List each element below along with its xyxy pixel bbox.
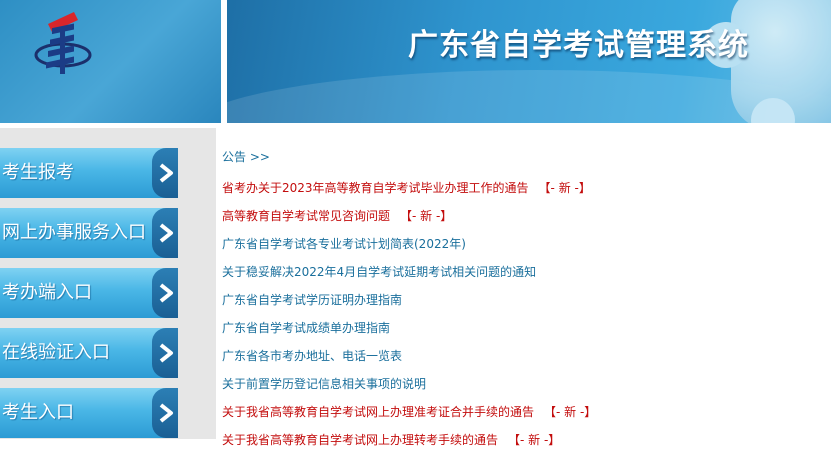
notice-item[interactable]: 广东省各市考办地址、电话一览表 xyxy=(222,342,831,370)
notice-title: 高等教育自学考试常见咨询问题 xyxy=(222,209,391,223)
page-header: 广东省自学考试管理系统 xyxy=(0,0,831,123)
notice-title: 广东省自学考试各专业考试计划简表(2022年) xyxy=(222,237,466,251)
exam-logo-icon xyxy=(34,12,92,74)
nav-candidate-login[interactable]: 考生入口 xyxy=(0,388,178,438)
nav-label: 考生报考 xyxy=(2,162,74,183)
nav-label: 考生入口 xyxy=(2,402,74,423)
notice-panel: 公告 >> 省考办关于2023年高等教育自学考试毕业办理工作的通告 【- 新 -】… xyxy=(222,148,831,454)
chevron-right-icon xyxy=(152,328,178,378)
notice-title: 关于稳妥解决2022年4月自学考试延期考试相关问题的通知 xyxy=(222,265,537,279)
system-title: 广东省自学考试管理系统 xyxy=(408,28,749,63)
notice-title: 广东省自学考试学历证明办理指南 xyxy=(222,293,403,307)
notice-title: 广东省各市考办地址、电话一览表 xyxy=(222,349,403,363)
notice-item[interactable]: 广东省自学考试各专业考试计划简表(2022年) xyxy=(222,230,831,258)
nav-online-service[interactable]: 网上办事服务入口 xyxy=(0,208,178,258)
notice-item[interactable]: 关于稳妥解决2022年4月自学考试延期考试相关问题的通知 xyxy=(222,258,831,286)
chevron-right-icon xyxy=(152,148,178,198)
chevron-right-icon xyxy=(152,208,178,258)
new-badge: 【- 新 -】 xyxy=(400,209,453,223)
notice-title: 广东省自学考试成绩单办理指南 xyxy=(222,321,391,335)
nav-label: 在线验证入口 xyxy=(2,342,110,363)
notice-title: 关于前置学历登记信息相关事项的说明 xyxy=(222,377,427,391)
notice-section-title[interactable]: 公告 >> xyxy=(222,148,831,166)
nav-label: 考办端入口 xyxy=(2,282,92,303)
nav-online-verification[interactable]: 在线验证入口 xyxy=(0,328,178,378)
notice-item[interactable]: 高等教育自学考试常见咨询问题 【- 新 -】 xyxy=(222,202,831,230)
new-badge: 【- 新 -】 xyxy=(538,181,591,195)
notice-title: 省考办关于2023年高等教育自学考试毕业办理工作的通告 xyxy=(222,181,529,195)
notice-item[interactable]: 广东省自学考试成绩单办理指南 xyxy=(222,314,831,342)
notice-title: 关于我省高等教育自学考试网上办理准考证合并手续的通告 xyxy=(222,405,535,419)
new-badge: 【- 新 -】 xyxy=(544,405,597,419)
nav-label: 网上办事服务入口 xyxy=(2,222,146,243)
notice-title: 关于我省高等教育自学考试网上办理转考手续的通告 xyxy=(222,433,499,447)
notice-item[interactable]: 关于我省高等教育自学考试网上办理转考手续的通告 【- 新 -】 xyxy=(222,426,831,454)
notice-item[interactable]: 关于我省高等教育自学考试网上办理准考证合并手续的通告 【- 新 -】 xyxy=(222,398,831,426)
sidebar: 考生报考 网上办事服务入口 考办端入口 在线验证入口 考生入口 xyxy=(0,128,216,439)
notice-item[interactable]: 省考办关于2023年高等教育自学考试毕业办理工作的通告 【- 新 -】 xyxy=(222,174,831,202)
notice-item[interactable]: 广东省自学考试学历证明办理指南 xyxy=(222,286,831,314)
nav-exam-registration[interactable]: 考生报考 xyxy=(0,148,178,198)
header-logo-panel xyxy=(0,0,221,123)
new-badge: 【- 新 -】 xyxy=(508,433,561,447)
notice-item[interactable]: 关于前置学历登记信息相关事项的说明 xyxy=(222,370,831,398)
notice-list: 省考办关于2023年高等教育自学考试毕业办理工作的通告 【- 新 -】 高等教育自学… xyxy=(222,174,831,454)
nav-exam-office[interactable]: 考办端入口 xyxy=(0,268,178,318)
chevron-right-icon xyxy=(152,388,178,438)
chevron-right-icon xyxy=(152,268,178,318)
